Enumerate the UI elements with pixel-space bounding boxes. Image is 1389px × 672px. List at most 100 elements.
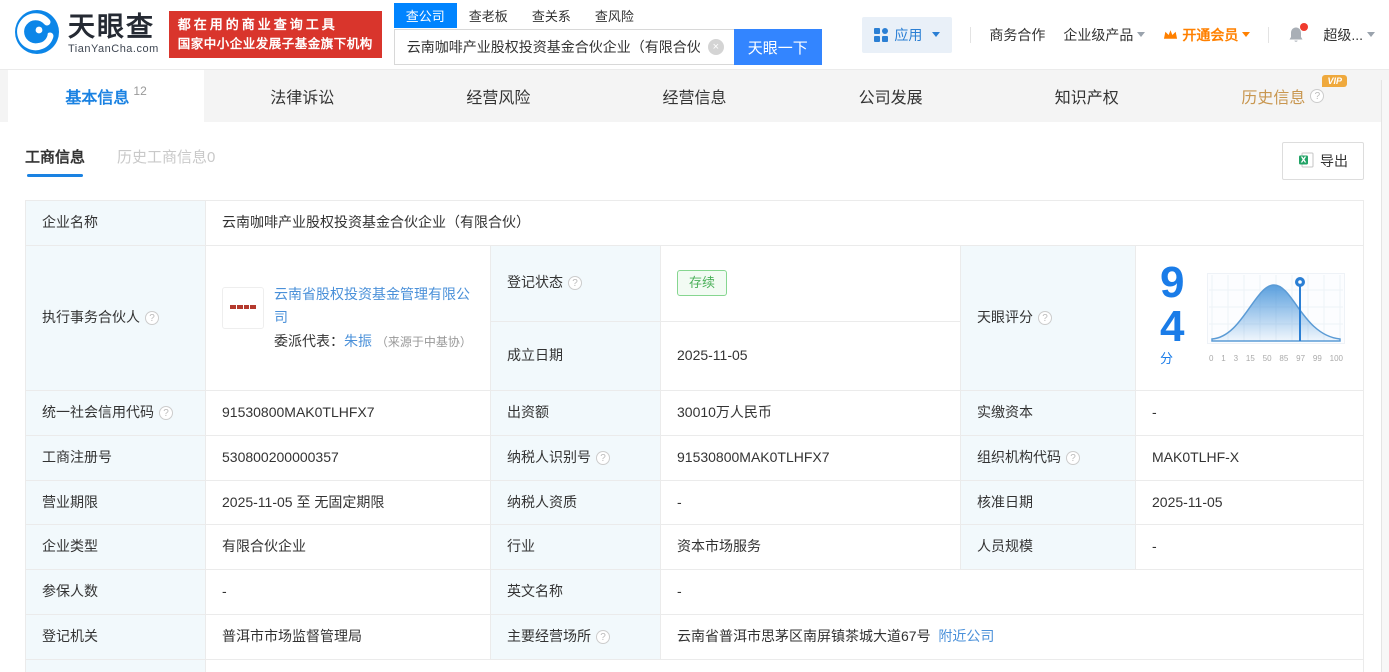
nav-account[interactable]: 超级... — [1323, 25, 1375, 45]
field-label-org-code: 组织机构代码? — [961, 436, 1136, 481]
nav-open-vip[interactable]: 开通会员 — [1163, 25, 1250, 45]
field-value-paid-capital: - — [1136, 391, 1364, 436]
search-tab-boss[interactable]: 查老板 — [457, 3, 520, 28]
field-label-approval-date: 核准日期 — [961, 480, 1136, 525]
tab-legal[interactable]: 法律诉讼 — [204, 70, 400, 122]
score-unit: 分 — [1160, 351, 1173, 366]
top-nav: 应用 商务合作 企业级产品 开通会员 超级... — [862, 17, 1375, 53]
score-chart-axis: 01 315 5085 9799 100 — [1209, 355, 1343, 363]
help-icon[interactable]: ? — [596, 451, 610, 465]
nav-open-vip-label: 开通会员 — [1182, 25, 1238, 45]
clear-search-icon[interactable]: × — [708, 39, 724, 55]
export-button-label: 导出 — [1320, 151, 1348, 171]
field-value-score: 94分 — [1136, 245, 1364, 391]
table-row: 参保人数 - 英文名称 - — [26, 570, 1364, 615]
field-value-taxpayer-id: 91530800MAK0TLHFX7 — [661, 436, 961, 481]
field-label-staff-size: 人员规模 — [961, 525, 1136, 570]
help-icon[interactable]: ? — [1310, 89, 1324, 103]
excel-icon: X — [1298, 152, 1314, 171]
apps-grid-icon — [874, 28, 888, 42]
table-row: 统一社会信用代码? 91530800MAK0TLHFX7 出资额 30010万人… — [26, 391, 1364, 436]
subtab-row: 工商信息 历史工商信息0 X 导出 — [0, 122, 1389, 194]
field-value-taxpayer-quality: - — [661, 480, 961, 525]
nav-enterprise[interactable]: 企业级产品 — [1063, 25, 1145, 45]
search-tab-company[interactable]: 查公司 — [394, 3, 457, 28]
field-value-english-name: - — [661, 570, 1364, 615]
table-row: 企业类型 有限合伙企业 行业 资本市场服务 人员规模 - — [26, 525, 1364, 570]
scrollbar[interactable] — [1381, 80, 1389, 672]
chevron-down-icon — [932, 32, 940, 37]
field-label-company-name: 企业名称 — [26, 201, 206, 246]
field-label-english-name: 英文名称 — [491, 570, 661, 615]
tianyancha-logo[interactable]: 天眼查 TianYanCha.com — [14, 9, 159, 60]
tab-intellectual-property[interactable]: 知识产权 — [989, 70, 1185, 122]
field-label-taxpayer-quality: 纳税人资质 — [491, 480, 661, 525]
chevron-down-icon — [1137, 32, 1145, 37]
tab-business-info[interactable]: 经营信息 — [596, 70, 792, 122]
divider — [970, 27, 971, 43]
nav-cooperation[interactable]: 商务合作 — [989, 25, 1045, 45]
field-value-credit-code: 91530800MAK0TLHFX7 — [206, 391, 491, 436]
partner-logo-thumbnail — [222, 287, 264, 329]
table-row: 经营范围? 一般项目：以私募基金从事股权投资、投资管理、资产管理等活动（须在中国… — [26, 659, 1364, 672]
tab-basic-info[interactable]: 基本信息 12 — [8, 70, 204, 122]
header: 天眼查 TianYanCha.com 都在用的商业查询工具 国家中小企业发展子基… — [0, 0, 1389, 70]
field-label-reg-number: 工商注册号 — [26, 436, 206, 481]
apps-label: 应用 — [894, 25, 922, 45]
brand-slogan-badge: 都在用的商业查询工具 国家中小企业发展子基金旗下机构 — [169, 11, 382, 58]
tab-basic-info-count: 12 — [133, 84, 146, 98]
nearby-companies-link[interactable]: 附近公司 — [938, 628, 994, 644]
subtab-business-registration[interactable]: 工商信息 — [25, 146, 85, 177]
vip-badge: VIP — [1322, 75, 1347, 87]
field-value-business-term: 2025-11-05 至 无固定期限 — [206, 480, 491, 525]
search-tab-relation[interactable]: 查关系 — [520, 3, 583, 28]
help-icon[interactable]: ? — [568, 276, 582, 290]
field-value-contribution: 30010万人民币 — [661, 391, 961, 436]
rep-label: 委派代表： — [274, 333, 344, 349]
export-button[interactable]: X 导出 — [1282, 142, 1364, 180]
table-row: 执行事务合伙人? 云南省股权投资基金管理有限公司 委派代表：朱振 （来源于中基协… — [26, 245, 1364, 321]
help-icon[interactable]: ? — [1038, 311, 1052, 325]
apps-menu[interactable]: 应用 — [862, 17, 952, 53]
search-tab-risk[interactable]: 查风险 — [583, 3, 646, 28]
divider — [1268, 27, 1269, 43]
field-value-managing-partner: 云南省股权投资基金管理有限公司 委派代表：朱振 （来源于中基协） — [206, 245, 491, 391]
field-label-taxpayer-id: 纳税人识别号? — [491, 436, 661, 481]
score-value: 94 — [1160, 258, 1184, 351]
notification-dot — [1300, 23, 1308, 31]
field-label-reg-authority: 登记机关 — [26, 614, 206, 659]
tab-operation-risk[interactable]: 经营风险 — [400, 70, 596, 122]
field-value-business-address: 云南省普洱市思茅区南屏镇茶城大道67号 附近公司 — [661, 614, 1364, 659]
field-value-reg-status: 存续 — [661, 245, 961, 321]
logo-domain: TianYanCha.com — [68, 44, 159, 55]
tab-basic-info-label: 基本信息 — [65, 84, 129, 108]
table-row: 企业名称 云南咖啡产业股权投资基金合伙企业（有限合伙） — [26, 201, 1364, 246]
help-icon[interactable]: ? — [145, 311, 159, 325]
field-label-business-scope: 经营范围? — [26, 659, 206, 672]
notifications-bell-icon[interactable] — [1287, 26, 1305, 44]
field-label-establish-date: 成立日期 — [491, 321, 661, 390]
field-label-paid-capital: 实缴资本 — [961, 391, 1136, 436]
field-value-insured-count: - — [206, 570, 491, 615]
search-input[interactable] — [394, 29, 734, 65]
slogan-line1: 都在用的商业查询工具 — [178, 16, 373, 35]
help-icon[interactable]: ? — [1066, 451, 1080, 465]
chevron-down-icon — [1367, 32, 1375, 37]
help-icon[interactable]: ? — [596, 630, 610, 644]
tab-history-info[interactable]: VIP 历史信息 ? — [1185, 70, 1381, 122]
field-label-business-term: 营业期限 — [26, 480, 206, 525]
rep-name-link[interactable]: 朱振 — [344, 333, 372, 349]
field-value-industry: 资本市场服务 — [661, 525, 961, 570]
field-value-approval-date: 2025-11-05 — [1136, 480, 1364, 525]
logo-text: 天眼查 — [68, 14, 159, 41]
field-label-contribution: 出资额 — [491, 391, 661, 436]
search-button[interactable]: 天眼一下 — [734, 29, 822, 65]
tab-company-development[interactable]: 公司发展 — [793, 70, 989, 122]
help-icon[interactable]: ? — [159, 406, 173, 420]
table-row: 登记机关 普洱市市场监督管理局 主要经营场所? 云南省普洱市思茅区南屏镇茶城大道… — [26, 614, 1364, 659]
field-value-staff-size: - — [1136, 525, 1364, 570]
subtab-history-registration[interactable]: 历史工商信息0 — [117, 146, 215, 177]
partner-company-link[interactable]: 云南省股权投资基金管理有限公司 — [274, 286, 470, 324]
nav-enterprise-label: 企业级产品 — [1063, 25, 1133, 45]
field-label-industry: 行业 — [491, 525, 661, 570]
